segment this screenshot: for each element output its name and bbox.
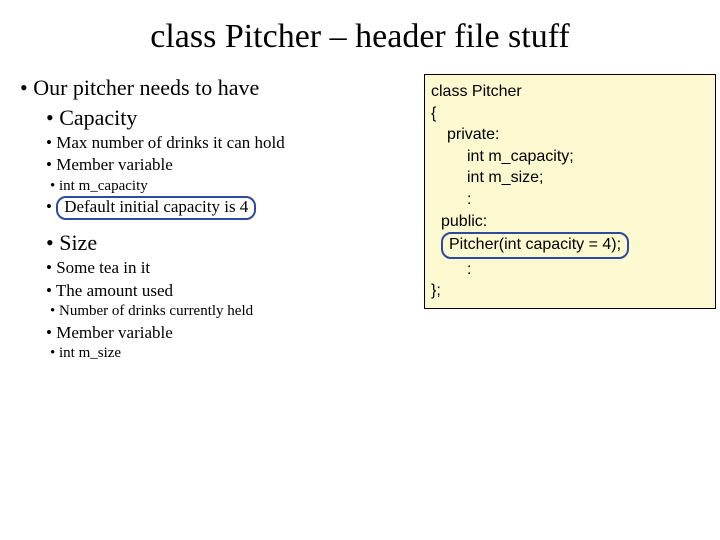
bullet-membervar-cap: Member variable [46,154,420,175]
code-line-mcapacity: int m_capacity; [431,146,709,168]
bullet-tea: Some tea in it [46,257,420,278]
code-box: class Pitcher { private: int m_capacity;… [424,74,716,309]
highlight-default-capacity: Default initial capacity is 4 [56,196,256,220]
bullet-intsize: int m_size [50,344,420,363]
bullet-capacity: Capacity [46,104,420,132]
bullet-intcap: int m_capacity [50,177,420,196]
slide-title: class Pitcher – header file stuff [0,0,720,68]
code-line-openbrace: { [431,105,436,122]
code-line-public: public: [431,211,709,233]
code-line-closebrace: }; [431,282,441,299]
code-line-colon2: : [431,259,709,281]
bullet-membervar-size: Member variable [46,322,420,343]
bullet-l1: Our pitcher needs to have [20,74,420,102]
highlight-constructor: Pitcher(int capacity = 4); [441,232,629,259]
bullet-column: Our pitcher needs to have Capacity Max n… [20,74,420,364]
bullet-size: Size [46,229,420,257]
bullet-maxdrinks: Max number of drinks it can hold [46,132,420,153]
bullet-numheld: Number of drinks currently held [50,302,420,321]
code-column: class Pitcher { private: int m_capacity;… [420,74,716,364]
code-line-colon1: : [431,189,709,211]
bullet-default-cap: Default initial capacity is 4 [46,196,420,220]
code-line-private: private: [431,124,709,146]
bullet-amount: The amount used [46,280,420,301]
code-line-msize: int m_size; [431,167,709,189]
slide-content: Our pitcher needs to have Capacity Max n… [0,68,720,364]
code-line-class: class Pitcher [431,83,522,100]
